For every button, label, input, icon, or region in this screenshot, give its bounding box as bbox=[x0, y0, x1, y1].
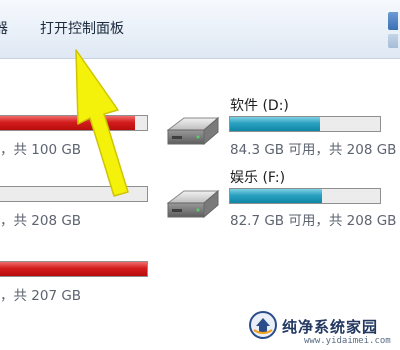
capacity-fill bbox=[230, 189, 322, 203]
capacity-fill bbox=[230, 117, 320, 131]
drive-usage-text: ，共 208 GB bbox=[0, 213, 82, 229]
drive-usage-text: ，共 207 GB bbox=[0, 288, 82, 304]
drive-usage-text: ，共 100 GB bbox=[0, 142, 82, 158]
toolbar: 器 打开控制面板 bbox=[0, 0, 400, 59]
capacity-bar bbox=[229, 188, 381, 204]
toolbar-item-partial[interactable]: 器 bbox=[0, 18, 8, 38]
hard-drive-icon bbox=[166, 189, 220, 219]
drive-name: 软件 (D:) bbox=[230, 98, 289, 114]
view-options-icon[interactable] bbox=[388, 12, 398, 30]
drive-usage-text: 82.7 GB 可用，共 208 GB bbox=[230, 213, 397, 229]
help-icon[interactable] bbox=[388, 34, 398, 48]
watermark-url: www.yidaimei.com bbox=[304, 336, 391, 346]
open-control-panel-button[interactable]: 打开控制面板 bbox=[40, 18, 124, 38]
hard-drive-icon bbox=[166, 116, 220, 146]
capacity-bar bbox=[0, 261, 148, 277]
capacity-bar bbox=[229, 116, 381, 132]
capacity-bar bbox=[0, 186, 148, 202]
capacity-bar bbox=[0, 115, 148, 131]
capacity-fill bbox=[0, 116, 135, 130]
capacity-fill bbox=[0, 262, 147, 276]
drive-name: 娱乐 (F:) bbox=[230, 170, 286, 186]
watermark-logo-icon bbox=[249, 311, 277, 339]
drive-usage-text: 84.3 GB 可用，共 208 GB bbox=[230, 142, 397, 158]
watermark: 纯净系统家园 www.yidaimei.com bbox=[242, 308, 392, 346]
watermark-text: 纯净系统家园 bbox=[282, 318, 379, 336]
